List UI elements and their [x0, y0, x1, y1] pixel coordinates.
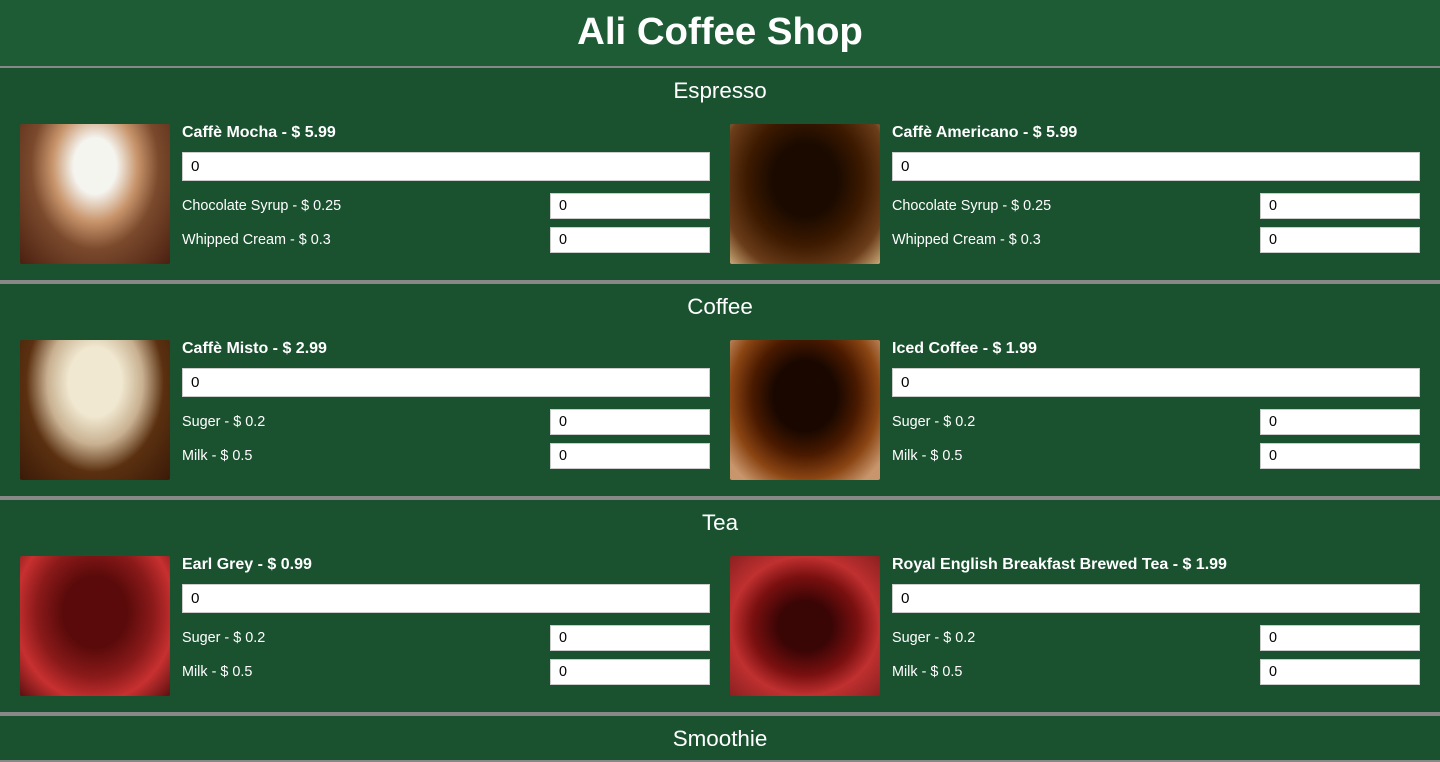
item-image-royal-english: [730, 556, 880, 696]
addon-row-caffe-mocha-1: Whipped Cream - $ 0.3: [182, 227, 710, 253]
item-card-iced-coffee: Iced Coffee - $ 1.99 Suger - $ 0.2 Milk - …: [720, 340, 1430, 480]
category-section-espresso: Espresso Caffè Mocha - $ 5.99 Chocolate Sy…: [0, 66, 1440, 282]
addon-row-iced-coffee-1: Milk - $ 0.5: [892, 443, 1420, 469]
addon-label-caffe-americano-0: Chocolate Syrup - $ 0.25: [892, 198, 1252, 214]
item-image-caffe-americano: [730, 124, 880, 264]
addon-label-caffe-mocha-1: Whipped Cream - $ 0.3: [182, 232, 542, 248]
item-name-earl-grey: Earl Grey - $ 0.99: [182, 556, 710, 574]
category-header-coffee: Coffee: [0, 284, 1440, 328]
item-card-caffe-misto: Caffè Misto - $ 2.99 Suger - $ 0.2 Milk - …: [10, 340, 720, 480]
addon-row-caffe-misto-1: Milk - $ 0.5: [182, 443, 710, 469]
category-items-espresso: Caffè Mocha - $ 5.99 Chocolate Syrup - $ …: [0, 112, 1440, 280]
item-details-royal-english: Royal English Breakfast Brewed Tea - $ 1…: [892, 556, 1420, 696]
addon-label-iced-coffee-0: Suger - $ 0.2: [892, 414, 1252, 430]
addon-input-caffe-misto-1[interactable]: [550, 443, 710, 469]
addon-row-caffe-mocha-0: Chocolate Syrup - $ 0.25: [182, 193, 710, 219]
qty-input-iced-coffee[interactable]: [892, 368, 1420, 397]
category-items-tea: Earl Grey - $ 0.99 Suger - $ 0.2 Milk - $ …: [0, 544, 1440, 712]
qty-input-royal-english[interactable]: [892, 584, 1420, 613]
category-items-coffee: Caffè Misto - $ 2.99 Suger - $ 0.2 Milk - …: [0, 328, 1440, 496]
item-name-iced-coffee: Iced Coffee - $ 1.99: [892, 340, 1420, 358]
item-image-caffe-mocha: [20, 124, 170, 264]
addon-row-royal-english-0: Suger - $ 0.2: [892, 625, 1420, 651]
addon-label-caffe-americano-1: Whipped Cream - $ 0.3: [892, 232, 1252, 248]
addon-row-earl-grey-0: Suger - $ 0.2: [182, 625, 710, 651]
addon-label-caffe-misto-1: Milk - $ 0.5: [182, 448, 542, 464]
category-header-espresso: Espresso: [0, 68, 1440, 112]
item-details-iced-coffee: Iced Coffee - $ 1.99 Suger - $ 0.2 Milk - …: [892, 340, 1420, 480]
addon-input-earl-grey-1[interactable]: [550, 659, 710, 685]
item-name-caffe-misto: Caffè Misto - $ 2.99: [182, 340, 710, 358]
category-section-tea: Tea Earl Grey - $ 0.99 Suger - $ 0.2 Milk -…: [0, 498, 1440, 714]
category-section-coffee: Coffee Caffè Misto - $ 2.99 Suger - $ 0.2 M…: [0, 282, 1440, 498]
addon-row-iced-coffee-0: Suger - $ 0.2: [892, 409, 1420, 435]
item-card-caffe-mocha: Caffè Mocha - $ 5.99 Chocolate Syrup - $ …: [10, 124, 720, 264]
addon-row-royal-english-1: Milk - $ 0.5: [892, 659, 1420, 685]
qty-input-caffe-americano[interactable]: [892, 152, 1420, 181]
item-details-earl-grey: Earl Grey - $ 0.99 Suger - $ 0.2 Milk - $ …: [182, 556, 710, 696]
addon-label-caffe-misto-0: Suger - $ 0.2: [182, 414, 542, 430]
addon-input-royal-english-1[interactable]: [1260, 659, 1420, 685]
addon-input-iced-coffee-0[interactable]: [1260, 409, 1420, 435]
item-image-caffe-misto: [20, 340, 170, 480]
item-card-royal-english: Royal English Breakfast Brewed Tea - $ 1…: [720, 556, 1430, 696]
addon-label-royal-english-1: Milk - $ 0.5: [892, 664, 1252, 680]
addon-label-caffe-mocha-0: Chocolate Syrup - $ 0.25: [182, 198, 542, 214]
category-header-tea: Tea: [0, 500, 1440, 544]
addon-input-caffe-americano-1[interactable]: [1260, 227, 1420, 253]
item-image-earl-grey: [20, 556, 170, 696]
addon-row-caffe-misto-0: Suger - $ 0.2: [182, 409, 710, 435]
addon-row-caffe-americano-1: Whipped Cream - $ 0.3: [892, 227, 1420, 253]
addon-input-iced-coffee-1[interactable]: [1260, 443, 1420, 469]
item-name-caffe-mocha: Caffè Mocha - $ 5.99: [182, 124, 710, 142]
addon-input-royal-english-0[interactable]: [1260, 625, 1420, 651]
qty-input-caffe-mocha[interactable]: [182, 152, 710, 181]
item-name-caffe-americano: Caffè Americano - $ 5.99: [892, 124, 1420, 142]
category-section-smoothie: Smoothie: [0, 714, 1440, 762]
item-card-caffe-americano: Caffè Americano - $ 5.99 Chocolate Syrup …: [720, 124, 1430, 264]
addon-label-earl-grey-1: Milk - $ 0.5: [182, 664, 542, 680]
qty-input-caffe-misto[interactable]: [182, 368, 710, 397]
item-details-caffe-americano: Caffè Americano - $ 5.99 Chocolate Syrup …: [892, 124, 1420, 264]
qty-input-earl-grey[interactable]: [182, 584, 710, 613]
addon-input-earl-grey-0[interactable]: [550, 625, 710, 651]
addon-label-earl-grey-0: Suger - $ 0.2: [182, 630, 542, 646]
addon-input-caffe-americano-0[interactable]: [1260, 193, 1420, 219]
page-title: Ali Coffee Shop: [0, 0, 1440, 66]
addon-label-iced-coffee-1: Milk - $ 0.5: [892, 448, 1252, 464]
addon-input-caffe-mocha-0[interactable]: [550, 193, 710, 219]
addon-input-caffe-misto-0[interactable]: [550, 409, 710, 435]
item-image-iced-coffee: [730, 340, 880, 480]
item-card-earl-grey: Earl Grey - $ 0.99 Suger - $ 0.2 Milk - $ …: [10, 556, 720, 696]
addon-label-royal-english-0: Suger - $ 0.2: [892, 630, 1252, 646]
category-header-smoothie: Smoothie: [0, 716, 1440, 760]
addon-input-caffe-mocha-1[interactable]: [550, 227, 710, 253]
item-details-caffe-misto: Caffè Misto - $ 2.99 Suger - $ 0.2 Milk - …: [182, 340, 710, 480]
item-details-caffe-mocha: Caffè Mocha - $ 5.99 Chocolate Syrup - $ …: [182, 124, 710, 264]
addon-row-earl-grey-1: Milk - $ 0.5: [182, 659, 710, 685]
item-name-royal-english: Royal English Breakfast Brewed Tea - $ 1…: [892, 556, 1420, 574]
addon-row-caffe-americano-0: Chocolate Syrup - $ 0.25: [892, 193, 1420, 219]
